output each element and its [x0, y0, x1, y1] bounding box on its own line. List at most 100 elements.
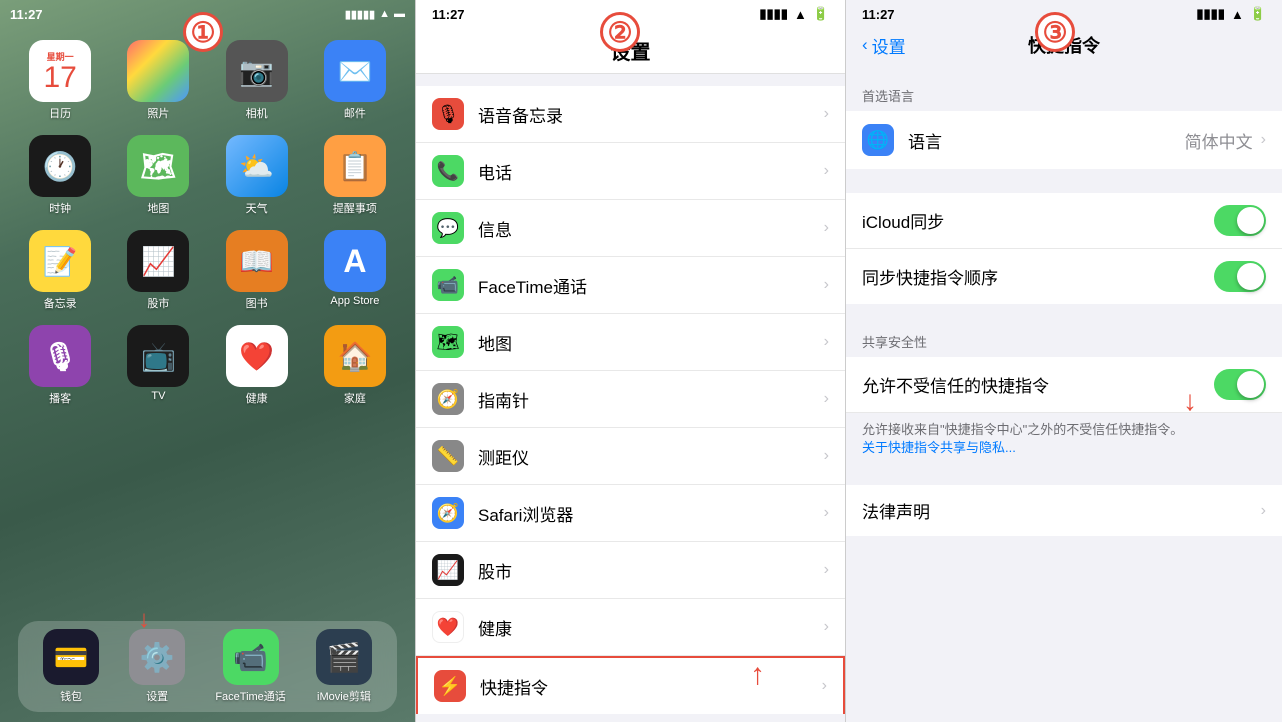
app-appletv[interactable]: 📺 TV: [116, 325, 200, 406]
measure-label: 测距仪: [478, 444, 824, 469]
camera-icon: 📷: [239, 55, 274, 88]
stocks-icon: 📈: [141, 245, 176, 278]
app-health-label: 健康: [246, 390, 268, 406]
settings-list: 🎙 语音备忘录 › 📞 电话 › 💬 信息 › 📹 FaceTime通话 › 🗺…: [416, 86, 845, 714]
settings-row-facetime[interactable]: 📹 FaceTime通话 ›: [416, 257, 845, 314]
wifi-p3: ▲: [1231, 7, 1244, 22]
signal-icon-p2: ▮▮▮▮: [759, 6, 788, 22]
app-clock[interactable]: 🕐 时钟: [18, 135, 102, 216]
phone-label: 电话: [478, 159, 824, 184]
app-podcasts[interactable]: 🎙 播客: [18, 325, 102, 406]
app-camera-label: 相机: [246, 105, 268, 121]
app-books[interactable]: 📖 图书: [215, 230, 299, 311]
app-maps[interactable]: 🗺 地图: [116, 135, 200, 216]
app-camera[interactable]: 📷 相机: [215, 40, 299, 121]
allow-untrusted-knob: [1237, 371, 1264, 398]
sync-order-label: 同步快捷指令顺序: [862, 264, 1214, 289]
privacy-link[interactable]: 关于快捷指令共享与隐私...: [862, 440, 1016, 455]
voice-memo-label: 语音备忘录: [478, 102, 824, 127]
dock-facetime[interactable]: 📹 FaceTime通话: [215, 629, 286, 704]
home-icon: 🏠: [337, 340, 372, 373]
legal-row[interactable]: 法律声明 ›: [846, 485, 1282, 536]
chevron-messages: ›: [824, 219, 829, 237]
chevron-legal: ›: [1261, 502, 1266, 520]
icloud-sync-label: iCloud同步: [862, 208, 1214, 233]
app-weather[interactable]: ⛅ 天气: [215, 135, 299, 216]
app-notes[interactable]: 📝 备忘录: [18, 230, 102, 311]
status-icons-panel1: ▮▮▮▮▮ ▲ ▬: [345, 8, 405, 21]
facetime-settings-label: FaceTime通话: [478, 273, 824, 298]
facetime-icon: 📹: [233, 641, 268, 674]
clock-icon: 🕐: [43, 150, 78, 183]
settings-row-compass[interactable]: 🧭 指南针 ›: [416, 371, 845, 428]
step-2-indicator: ②: [600, 12, 640, 52]
app-home-label: 家庭: [344, 390, 366, 406]
step-3-indicator: ③: [1035, 12, 1075, 52]
settings-row-messages[interactable]: 💬 信息 ›: [416, 200, 845, 257]
settings-row-maps[interactable]: 🗺 地图 ›: [416, 314, 845, 371]
app-appstore[interactable]: A App Store: [313, 230, 397, 311]
measure-icon: 📏: [432, 440, 464, 472]
reminders-icon: 📋: [337, 150, 372, 183]
allow-untrusted-toggle[interactable]: [1214, 369, 1266, 400]
battery-icon-p2: 🔋: [813, 6, 829, 22]
time-panel2: 11:27: [432, 7, 465, 22]
settings-row-safari[interactable]: 🧭 Safari浏览器 ›: [416, 485, 845, 542]
app-mail[interactable]: ✉️ 邮件: [313, 40, 397, 121]
settings-row-phone[interactable]: 📞 电话 ›: [416, 143, 845, 200]
battery-p3: 🔋: [1250, 6, 1266, 22]
settings-icon: ⚙️: [140, 641, 175, 674]
settings-row-voice-memo[interactable]: 🎙 语音备忘录 ›: [416, 86, 845, 143]
app-home[interactable]: 🏠 家庭: [313, 325, 397, 406]
app-calendar[interactable]: 星期一 17 日历: [18, 40, 102, 121]
sync-order-toggle[interactable]: [1214, 261, 1266, 292]
panel-2-settings: 11:27 ▮▮▮▮ ▲ 🔋 设置 🎙 语音备忘录 › 📞 电话 › 💬 信息 …: [415, 0, 845, 722]
app-health[interactable]: ❤️ 健康: [215, 325, 299, 406]
dock-settings[interactable]: ⚙️ 设置: [129, 629, 185, 704]
settings-row-measure[interactable]: 📏 测距仪 ›: [416, 428, 845, 485]
preferred-lang-header: 首选语言: [846, 82, 1282, 111]
untrusted-toggle-section: 允许不受信任的快捷指令: [846, 357, 1282, 413]
icloud-toggles: iCloud同步 同步快捷指令顺序: [846, 193, 1282, 304]
legal-label: 法律声明: [862, 498, 1261, 523]
dock: 💳 钱包 ⚙️ 设置 📹 FaceTime通话 🎬 iMovie剪辑: [18, 621, 397, 712]
app-podcasts-label: 播客: [49, 390, 71, 406]
red-arrow-settings: ↓: [138, 606, 150, 634]
settings-row-stocks[interactable]: 📈 股市 ›: [416, 542, 845, 599]
language-label: 语言: [908, 128, 1185, 153]
podcasts-icon: 🎙: [42, 340, 78, 373]
settings-row-shortcuts[interactable]: ⚡ 快捷指令 ›: [416, 656, 845, 714]
icloud-sync-toggle[interactable]: [1214, 205, 1266, 236]
language-value: 简体中文: [1185, 128, 1253, 153]
legal-section: 法律声明 ›: [846, 485, 1282, 536]
sync-order-row[interactable]: 同步快捷指令顺序: [846, 249, 1282, 304]
shared-security-header: 共享安全性: [846, 328, 1282, 357]
maps-icon: 🗺: [141, 150, 177, 183]
dock-imovie[interactable]: 🎬 iMovie剪辑: [316, 629, 372, 704]
language-row[interactable]: 🌐 语言 简体中文 ›: [846, 111, 1282, 169]
chevron-facetime: ›: [824, 276, 829, 294]
dock-wallet[interactable]: 💳 钱包: [43, 629, 99, 704]
red-arrow-shortcuts: ↑: [750, 658, 765, 692]
app-reminders-label: 提醒事项: [333, 200, 377, 216]
back-button[interactable]: ‹ 设置: [862, 33, 906, 58]
settings-row-health[interactable]: ❤️ 健康 ›: [416, 599, 845, 656]
app-reminders[interactable]: 📋 提醒事项: [313, 135, 397, 216]
untrusted-description: 允许接收来自"快捷指令中心"之外的不受信任快捷指令。 关于快捷指令共享与隐私..…: [846, 413, 1282, 461]
chevron-safari: ›: [824, 504, 829, 522]
dock-imovie-label: iMovie剪辑: [317, 688, 371, 704]
app-weather-label: 天气: [246, 200, 268, 216]
chevron-health: ›: [824, 618, 829, 636]
allow-untrusted-row[interactable]: 允许不受信任的快捷指令: [846, 357, 1282, 413]
wifi-icon-p2: ▲: [794, 7, 807, 22]
app-mail-label: 邮件: [344, 105, 366, 121]
red-arrow-toggle: ↓: [1183, 385, 1197, 417]
icloud-sync-row[interactable]: iCloud同步: [846, 193, 1282, 249]
voice-memo-icon: 🎙: [432, 98, 464, 130]
compass-icon: 🧭: [432, 383, 464, 415]
app-stocks[interactable]: 📈 股市: [116, 230, 200, 311]
tv-icon: 📺: [141, 340, 176, 373]
app-photos[interactable]: 照片: [116, 40, 200, 121]
shortcuts-icon: ⚡: [434, 670, 466, 702]
signal-p3: ▮▮▮▮: [1196, 6, 1225, 22]
